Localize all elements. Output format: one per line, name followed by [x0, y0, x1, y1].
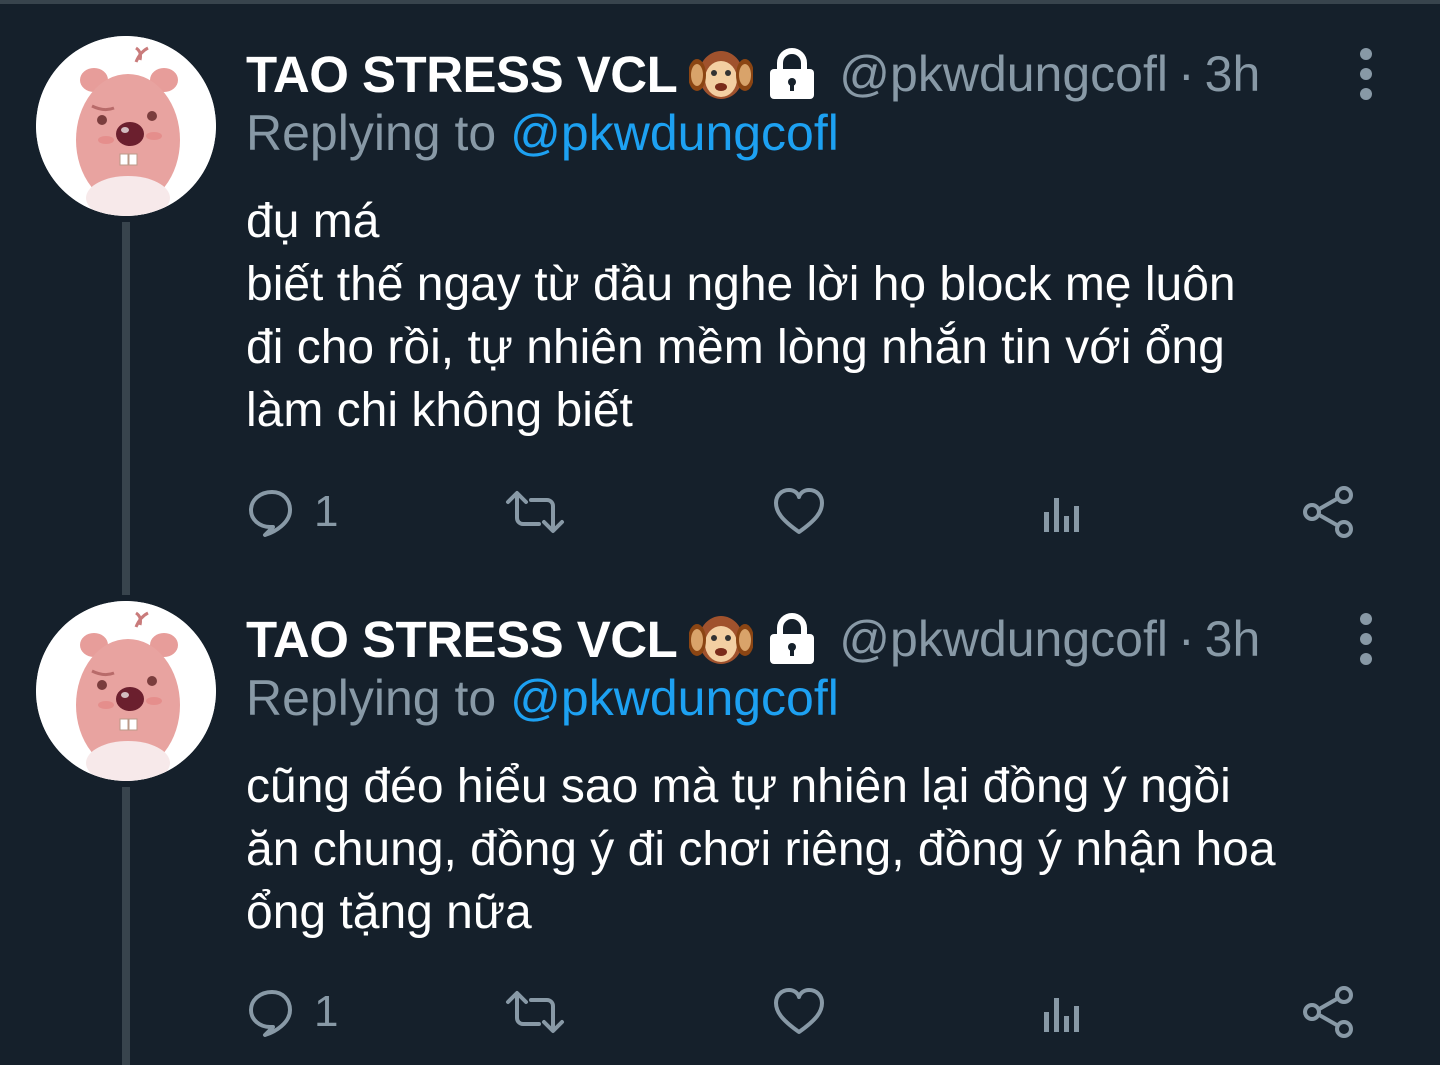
tweet-text-line: làm chi không biết — [246, 384, 633, 437]
like-button[interactable] — [772, 982, 826, 1042]
reply-icon — [249, 990, 292, 1037]
beaver-avatar-icon — [36, 601, 216, 781]
thread-connector-line — [122, 787, 130, 1065]
replying-to: Replying to @pkwdungcofl — [246, 104, 839, 162]
hear-no-evil-monkey-icon — [688, 610, 755, 668]
replying-to-label: Replying to — [246, 105, 497, 161]
separator-dot: · — [1177, 611, 1195, 667]
tweet-text-line: đụ má — [246, 195, 380, 248]
share-icon — [1303, 986, 1353, 1038]
display-name[interactable]: TAO STRESS VCL — [246, 45, 678, 104]
tweet[interactable]: TAO STRESS VCL @pkwdungcofl · 3h Replyin… — [0, 565, 1440, 1065]
more-dot-icon — [1360, 613, 1372, 625]
heart-icon — [774, 488, 824, 534]
tweet-header: TAO STRESS VCL @pkwdungcofl · 3h — [246, 40, 1260, 108]
separator-dot: · — [1177, 46, 1195, 102]
more-dot-icon — [1360, 68, 1372, 80]
share-icon — [1303, 486, 1353, 538]
reply-button[interactable]: 1 — [246, 982, 338, 1042]
more-options-button[interactable] — [1348, 44, 1384, 104]
analytics-button[interactable] — [1036, 982, 1088, 1042]
tweet-text: đụ má biết thế ngay từ đầu nghe lời họ b… — [246, 190, 1406, 442]
timestamp[interactable]: 3h — [1205, 45, 1261, 103]
retweet-button[interactable] — [504, 482, 566, 542]
hear-no-evil-monkey-icon — [688, 45, 755, 103]
share-button[interactable] — [1300, 482, 1356, 542]
more-options-button[interactable] — [1348, 609, 1384, 669]
thread-connector-line — [122, 222, 130, 595]
more-dot-icon — [1360, 633, 1372, 645]
tweet-text-line: cũng đéo hiểu sao mà tự nhiên lại đồng ý… — [246, 760, 1231, 813]
tweet-text-line: biết thế ngay từ đầu nghe lời họ block m… — [246, 258, 1236, 311]
author-handle[interactable]: @pkwdungcofl — [839, 610, 1168, 668]
more-dot-icon — [1360, 653, 1372, 665]
replying-to-handle-link[interactable]: @pkwdungcofl — [510, 105, 839, 161]
analytics-button[interactable] — [1036, 482, 1088, 542]
heart-icon — [774, 988, 824, 1034]
tweet-text: cũng đéo hiểu sao mà tự nhiên lại đồng ý… — [246, 755, 1406, 944]
lock-icon — [765, 610, 819, 668]
avatar[interactable] — [36, 601, 216, 781]
reply-button[interactable]: 1 — [246, 482, 338, 542]
retweet-button[interactable] — [504, 982, 566, 1042]
replying-to-handle-link[interactable]: @pkwdungcofl — [510, 670, 839, 726]
tweet-actions: 1 — [246, 482, 1366, 542]
retweet-icon — [506, 991, 564, 1033]
more-dot-icon — [1360, 88, 1372, 100]
replying-to-label: Replying to — [246, 670, 497, 726]
analytics-icon — [1044, 498, 1079, 532]
share-button[interactable] — [1300, 982, 1356, 1042]
tweet-text-line: ăn chung, đồng ý đi chơi riêng, đồng ý n… — [246, 823, 1276, 876]
avatar[interactable] — [36, 36, 216, 216]
reply-count: 1 — [314, 487, 339, 536]
reply-count: 1 — [314, 987, 339, 1036]
timestamp[interactable]: 3h — [1205, 610, 1261, 668]
tweet-text-line: ổng tặng nữa — [246, 886, 532, 939]
tweet-text-line: đi cho rồi, tự nhiên mềm lòng nhắn tin v… — [246, 321, 1225, 374]
analytics-icon — [1044, 998, 1079, 1032]
like-button[interactable] — [772, 482, 826, 542]
display-name[interactable]: TAO STRESS VCL — [246, 610, 678, 669]
lock-icon — [765, 45, 819, 103]
more-dot-icon — [1360, 48, 1372, 60]
tweet[interactable]: TAO STRESS VCL @pkwdungcofl · 3h Replyin… — [0, 0, 1440, 595]
beaver-avatar-icon — [36, 36, 216, 216]
tweet-actions: 1 — [246, 982, 1366, 1042]
tweet-header: TAO STRESS VCL @pkwdungcofl · 3h — [246, 605, 1260, 673]
reply-icon — [249, 490, 292, 537]
author-handle[interactable]: @pkwdungcofl — [839, 45, 1168, 103]
retweet-icon — [506, 491, 564, 533]
replying-to: Replying to @pkwdungcofl — [246, 669, 839, 727]
